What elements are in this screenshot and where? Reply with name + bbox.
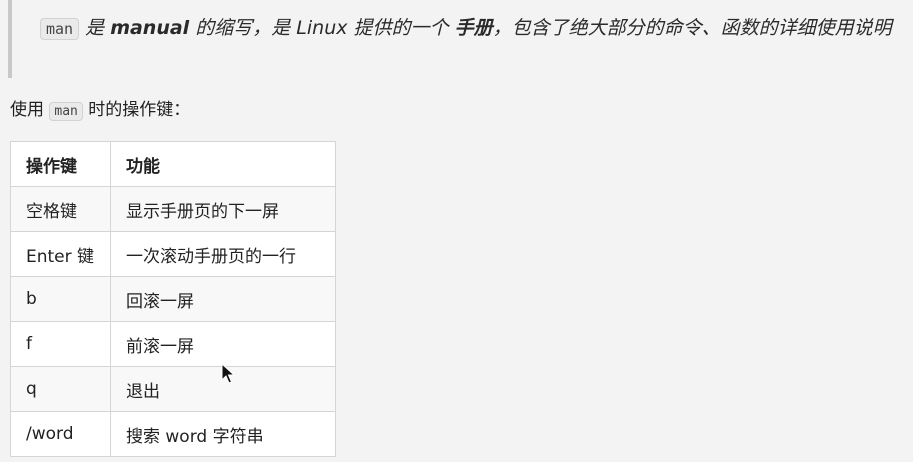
cell-key: f bbox=[10, 321, 111, 367]
quote-bold-manual: manual bbox=[110, 17, 190, 39]
cell-function: 回滚一屏 bbox=[110, 276, 336, 322]
table-row: 空格键 显示手册页的下一屏 bbox=[10, 186, 336, 232]
quote-text-2: 的缩写，是 Linux 提供的一个 bbox=[189, 17, 455, 39]
quote-text-3: ，包含了绝大部分的命令、函数的详细使用说明 bbox=[492, 17, 892, 39]
table-row: /word 搜索 word 字符串 bbox=[10, 411, 336, 457]
table-row: q 退出 bbox=[10, 366, 336, 412]
intro-text-before: 使用 bbox=[10, 100, 50, 120]
cell-function: 前滚一屏 bbox=[110, 321, 336, 367]
quote-bold-manual-cn: 手册 bbox=[454, 17, 493, 39]
header-key: 操作键 bbox=[10, 141, 111, 187]
table-row: Enter 键 一次滚动手册页的一行 bbox=[10, 231, 336, 277]
cell-key: b bbox=[10, 276, 111, 322]
cell-function: 一次滚动手册页的一行 bbox=[110, 231, 336, 277]
mouse-pointer-icon bbox=[221, 363, 235, 384]
blockquote: man 是 manual 的缩写，是 Linux 提供的一个 手册，包含了绝大部… bbox=[8, 0, 908, 78]
cell-key: 空格键 bbox=[10, 186, 111, 232]
cell-key: /word bbox=[10, 411, 111, 457]
intro-paragraph: 使用 man 时的操作键： bbox=[10, 96, 190, 126]
cell-key: q bbox=[10, 366, 111, 412]
quote-text-1: 是 bbox=[79, 17, 111, 39]
table-header-row: 操作键 功能 bbox=[10, 141, 336, 187]
intro-text-after: 时的操作键： bbox=[82, 100, 191, 120]
cell-function: 搜索 word 字符串 bbox=[110, 411, 336, 457]
keys-table: 操作键 功能 空格键 显示手册页的下一屏 Enter 键 一次滚动手册页的一行 … bbox=[10, 141, 336, 457]
intro-inline-code-man: man bbox=[49, 102, 83, 121]
inline-code-man: man bbox=[40, 18, 80, 40]
table-row: b 回滚一屏 bbox=[10, 276, 336, 322]
cell-key: Enter 键 bbox=[10, 231, 111, 277]
cell-function: 显示手册页的下一屏 bbox=[110, 186, 336, 232]
header-function: 功能 bbox=[110, 141, 336, 187]
table-row: f 前滚一屏 bbox=[10, 321, 336, 367]
